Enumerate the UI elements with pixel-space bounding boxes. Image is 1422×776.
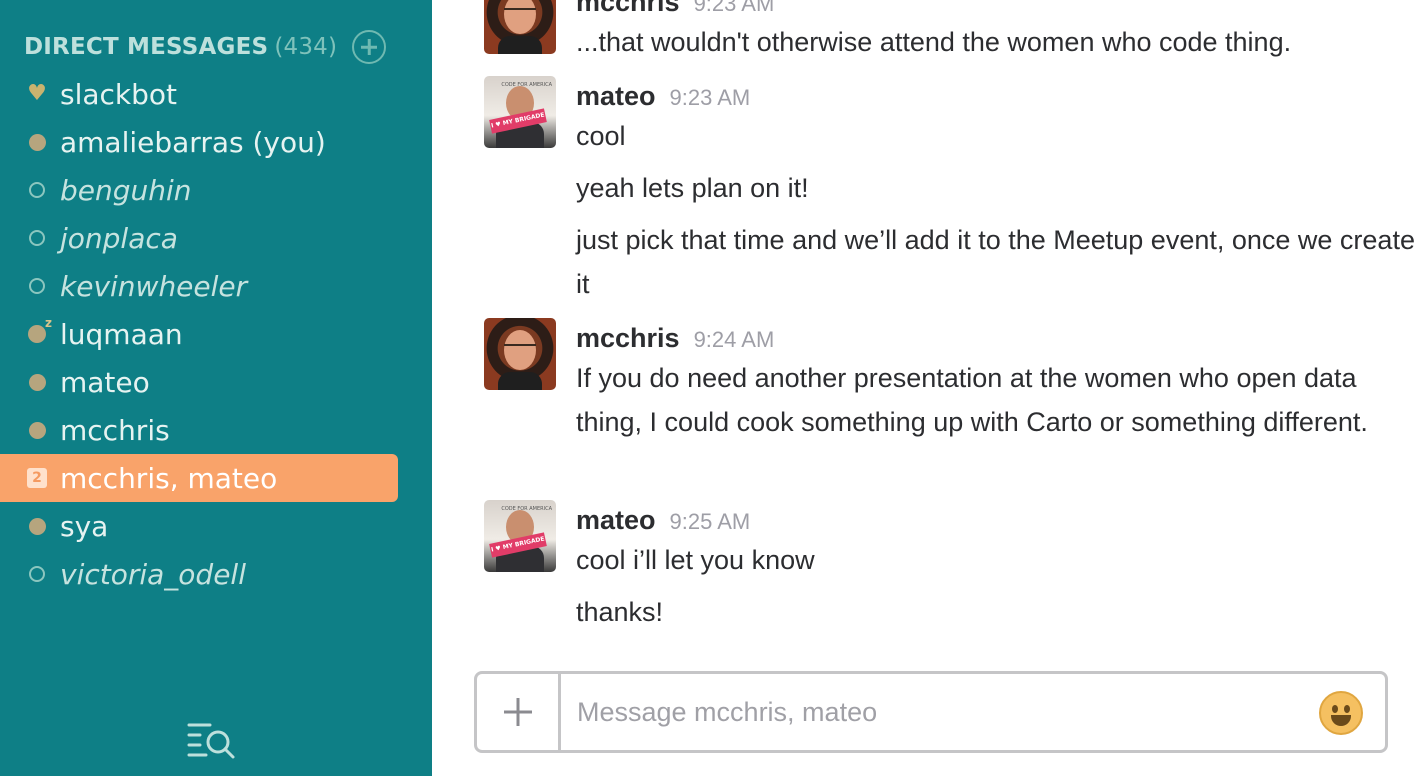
message-text: thanks! — [576, 597, 664, 627]
dm-item-mcchris[interactable]: mcchris — [0, 406, 432, 454]
message-text: cool i’ll let you know — [576, 545, 815, 575]
presence-away-icon — [26, 227, 48, 249]
avatar[interactable] — [484, 0, 556, 54]
message-input[interactable] — [561, 674, 1319, 750]
presence-snoozed-icon: z — [26, 316, 52, 345]
message-pane: mcchris 9:23 AM ...that wouldn't otherwis… — [432, 0, 1422, 776]
message-timestamp[interactable]: 9:23 AM — [670, 85, 751, 110]
dm-item-benguhin[interactable]: benguhin — [0, 166, 432, 214]
dm-item-luqmaan[interactable]: z luqmaan — [0, 310, 432, 358]
message-composer — [474, 671, 1388, 753]
author-name[interactable]: mcchris — [576, 323, 680, 353]
message-timestamp[interactable]: 9:23 AM — [694, 0, 775, 16]
author-name[interactable]: mateo — [576, 505, 656, 535]
dm-item-label: slackbot — [60, 77, 178, 111]
message-text: ...that wouldn't otherwise attend the wo… — [576, 27, 1292, 57]
dm-item-victoria-odell[interactable]: victoria_odell — [0, 550, 432, 598]
quick-switcher-search-icon[interactable] — [186, 720, 238, 760]
message-timestamp[interactable]: 9:25 AM — [670, 509, 751, 534]
message-text: cool — [576, 121, 626, 151]
presence-away-icon — [26, 275, 48, 297]
avatar-tag-text: CODE FOR AMERICA — [501, 506, 552, 512]
dm-item-label: amaliebarras (you) — [60, 125, 326, 159]
dm-item-slackbot[interactable]: ♥ slackbot — [0, 70, 432, 118]
dm-item-label: benguhin — [60, 173, 192, 207]
message-text: If you do need another presentation at t… — [576, 363, 1368, 437]
dm-item-amaliebarras[interactable]: amaliebarras (you) — [0, 118, 432, 166]
avatar-tag-text: CODE FOR AMERICA — [501, 82, 552, 88]
presence-online-icon — [26, 131, 48, 153]
sidebar: DIRECT MESSAGES (434) ♥ slackbot amalieb… — [0, 0, 432, 776]
dm-item-label: mateo — [60, 365, 150, 399]
author-name[interactable]: mateo — [576, 81, 656, 111]
direct-messages-header[interactable]: DIRECT MESSAGES (434) — [24, 31, 337, 63]
add-attachment-icon[interactable] — [477, 674, 561, 750]
dm-item-label: kevinwheeler — [60, 269, 248, 303]
dm-item-label: jonplaca — [60, 221, 178, 255]
presence-online-icon — [26, 371, 48, 393]
message-author[interactable]: mateo 9:23 AM — [576, 78, 750, 116]
dm-item-label: mcchris — [60, 413, 170, 447]
message-timestamp[interactable]: 9:24 AM — [694, 327, 775, 352]
dm-item-label: victoria_odell — [60, 557, 246, 591]
direct-messages-count: (434) — [274, 34, 338, 60]
heart-icon: ♥ — [27, 81, 47, 106]
direct-message-list: ♥ slackbot amaliebarras (you) benguhin j… — [0, 70, 432, 598]
direct-messages-label[interactable]: DIRECT MESSAGES — [24, 34, 268, 60]
presence-online-icon — [26, 419, 48, 441]
dm-item-label: mcchris, mateo — [60, 461, 278, 495]
avatar[interactable] — [484, 318, 556, 390]
dm-item-label: luqmaan — [60, 317, 183, 351]
avatar[interactable]: I ♥ MY BRIGADE CODE FOR AMERICA — [484, 76, 556, 148]
author-name[interactable]: mcchris — [576, 0, 680, 17]
emoji-picker-icon[interactable] — [1319, 691, 1363, 735]
message-text: just pick that time and we’ll add it to … — [576, 225, 1415, 299]
dm-item-mateo[interactable]: mateo — [0, 358, 432, 406]
group-member-count-badge: 2 — [27, 468, 47, 488]
presence-away-icon — [26, 179, 48, 201]
message-author[interactable]: mateo 9:25 AM — [576, 502, 750, 540]
avatar[interactable]: I ♥ MY BRIGADE CODE FOR AMERICA — [484, 500, 556, 572]
presence-away-icon — [26, 563, 48, 585]
dm-item-mcchris-mateo[interactable]: 2 mcchris, mateo — [0, 454, 398, 502]
snooze-glyph: z — [45, 316, 52, 330]
message-text: yeah lets plan on it! — [576, 173, 809, 203]
dm-item-label: sya — [60, 509, 109, 543]
add-direct-message-icon[interactable] — [352, 30, 386, 64]
dm-item-kevinwheeler[interactable]: kevinwheeler — [0, 262, 432, 310]
dm-item-jonplaca[interactable]: jonplaca — [0, 214, 432, 262]
group-badge-icon: 2 — [26, 467, 48, 489]
message-author[interactable]: mcchris 9:23 AM — [576, 0, 774, 22]
dm-item-sya[interactable]: sya — [0, 502, 432, 550]
message-author[interactable]: mcchris 9:24 AM — [576, 320, 774, 358]
presence-online-icon — [26, 515, 48, 537]
